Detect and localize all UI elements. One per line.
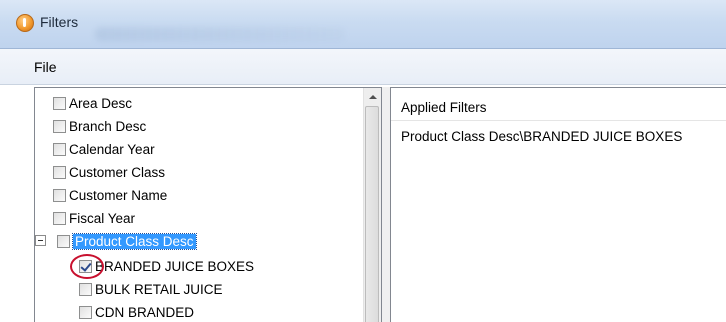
tree-child-cdn-branded[interactable]: CDN BRANDED bbox=[79, 302, 194, 322]
checkbox[interactable] bbox=[79, 282, 92, 296]
scroll-thumb[interactable] bbox=[365, 106, 379, 322]
menu-bar: File bbox=[0, 49, 726, 85]
tree-child-branded-juice-boxes[interactable]: BRANDED JUICE BOXES bbox=[79, 256, 254, 276]
checkbox[interactable] bbox=[79, 305, 92, 319]
window-title: Filters bbox=[40, 14, 79, 30]
vertical-scrollbar[interactable] bbox=[363, 88, 381, 322]
tree-item-label: BULK RETAIL JUICE bbox=[95, 281, 223, 297]
checkbox[interactable] bbox=[57, 234, 70, 248]
tree-item-label: Customer Class bbox=[69, 164, 166, 180]
tree-item-calendar-year[interactable]: Calendar Year bbox=[53, 139, 155, 159]
collapse-icon[interactable] bbox=[35, 235, 46, 246]
tree-child-bulk-retail-juice[interactable]: BULK RETAIL JUICE bbox=[79, 279, 223, 299]
tree-item-area-desc[interactable]: Area Desc bbox=[53, 93, 132, 113]
checkbox[interactable] bbox=[53, 96, 66, 110]
title-bar: Filters bbox=[0, 0, 726, 49]
tree-item-label: Calendar Year bbox=[69, 141, 155, 157]
tree-item-customer-name[interactable]: Customer Name bbox=[53, 185, 167, 205]
ghost-menu-blur bbox=[95, 27, 345, 41]
checkbox[interactable] bbox=[53, 211, 66, 225]
checkbox[interactable] bbox=[53, 165, 66, 179]
tree-item-customer-class[interactable]: Customer Class bbox=[53, 162, 165, 182]
checkbox[interactable] bbox=[53, 119, 66, 133]
tree-item-label: BRANDED JUICE BOXES bbox=[95, 258, 255, 274]
highlight-circle-annotation bbox=[70, 254, 104, 279]
checkbox[interactable] bbox=[53, 188, 66, 202]
checkbox[interactable] bbox=[53, 142, 66, 156]
tree-item-label: Fiscal Year bbox=[69, 210, 136, 226]
scroll-up-arrow-icon[interactable] bbox=[364, 88, 381, 105]
tree-item-label: Product Class Desc bbox=[72, 232, 197, 250]
tree-item-label: Area Desc bbox=[69, 95, 133, 111]
tree-item-fiscal-year[interactable]: Fiscal Year bbox=[53, 208, 135, 228]
menu-file[interactable]: File bbox=[34, 59, 57, 75]
pane-splitter[interactable] bbox=[382, 87, 390, 322]
tree-item-label: Customer Name bbox=[69, 187, 168, 203]
tree-item-branch-desc[interactable]: Branch Desc bbox=[53, 116, 146, 136]
applied-filters-panel: Applied Filters Product Class Desc\BRAND… bbox=[390, 87, 726, 322]
field-tree[interactable]: Area Desc Branch Desc Calendar Year Cust… bbox=[34, 87, 382, 322]
header-divider bbox=[391, 120, 726, 121]
applied-filter-item[interactable]: Product Class Desc\BRANDED JUICE BOXES bbox=[401, 129, 682, 144]
tree-item-product-class-desc[interactable]: Product Class Desc bbox=[35, 231, 197, 251]
tree-item-label: Branch Desc bbox=[69, 118, 147, 134]
applied-filters-header: Applied Filters bbox=[401, 100, 487, 115]
app-icon bbox=[16, 14, 34, 32]
tree-item-label: CDN BRANDED bbox=[95, 304, 195, 320]
